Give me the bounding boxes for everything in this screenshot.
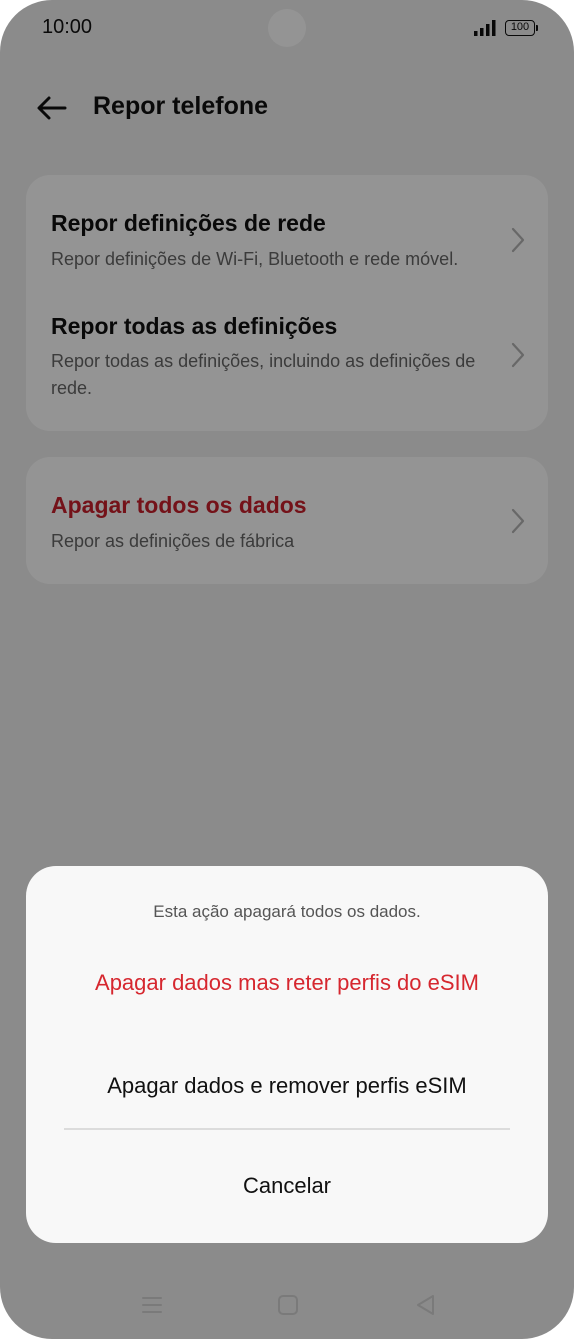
erase-remove-esim-button[interactable]: Apagar dados e remover perfis eSIM: [26, 1073, 548, 1099]
erase-keep-esim-button[interactable]: Apagar dados mas reter perfis do eSIM: [26, 970, 548, 996]
phone-screen: 10:00 100 Repor telefone Repor definiçõe…: [0, 0, 574, 1339]
home-icon[interactable]: [275, 1292, 301, 1318]
back-icon[interactable]: [413, 1292, 439, 1318]
sheet-message: Esta ação apagará todos os dados.: [153, 902, 421, 921]
erase-confirmation-sheet: Esta ação apagará todos os dados. Apagar…: [26, 866, 548, 1243]
menu-icon[interactable]: [139, 1292, 165, 1318]
cancel-button[interactable]: Cancelar: [26, 1173, 548, 1199]
navigation-bar: [0, 1280, 574, 1328]
sheet-divider: [64, 1128, 510, 1130]
